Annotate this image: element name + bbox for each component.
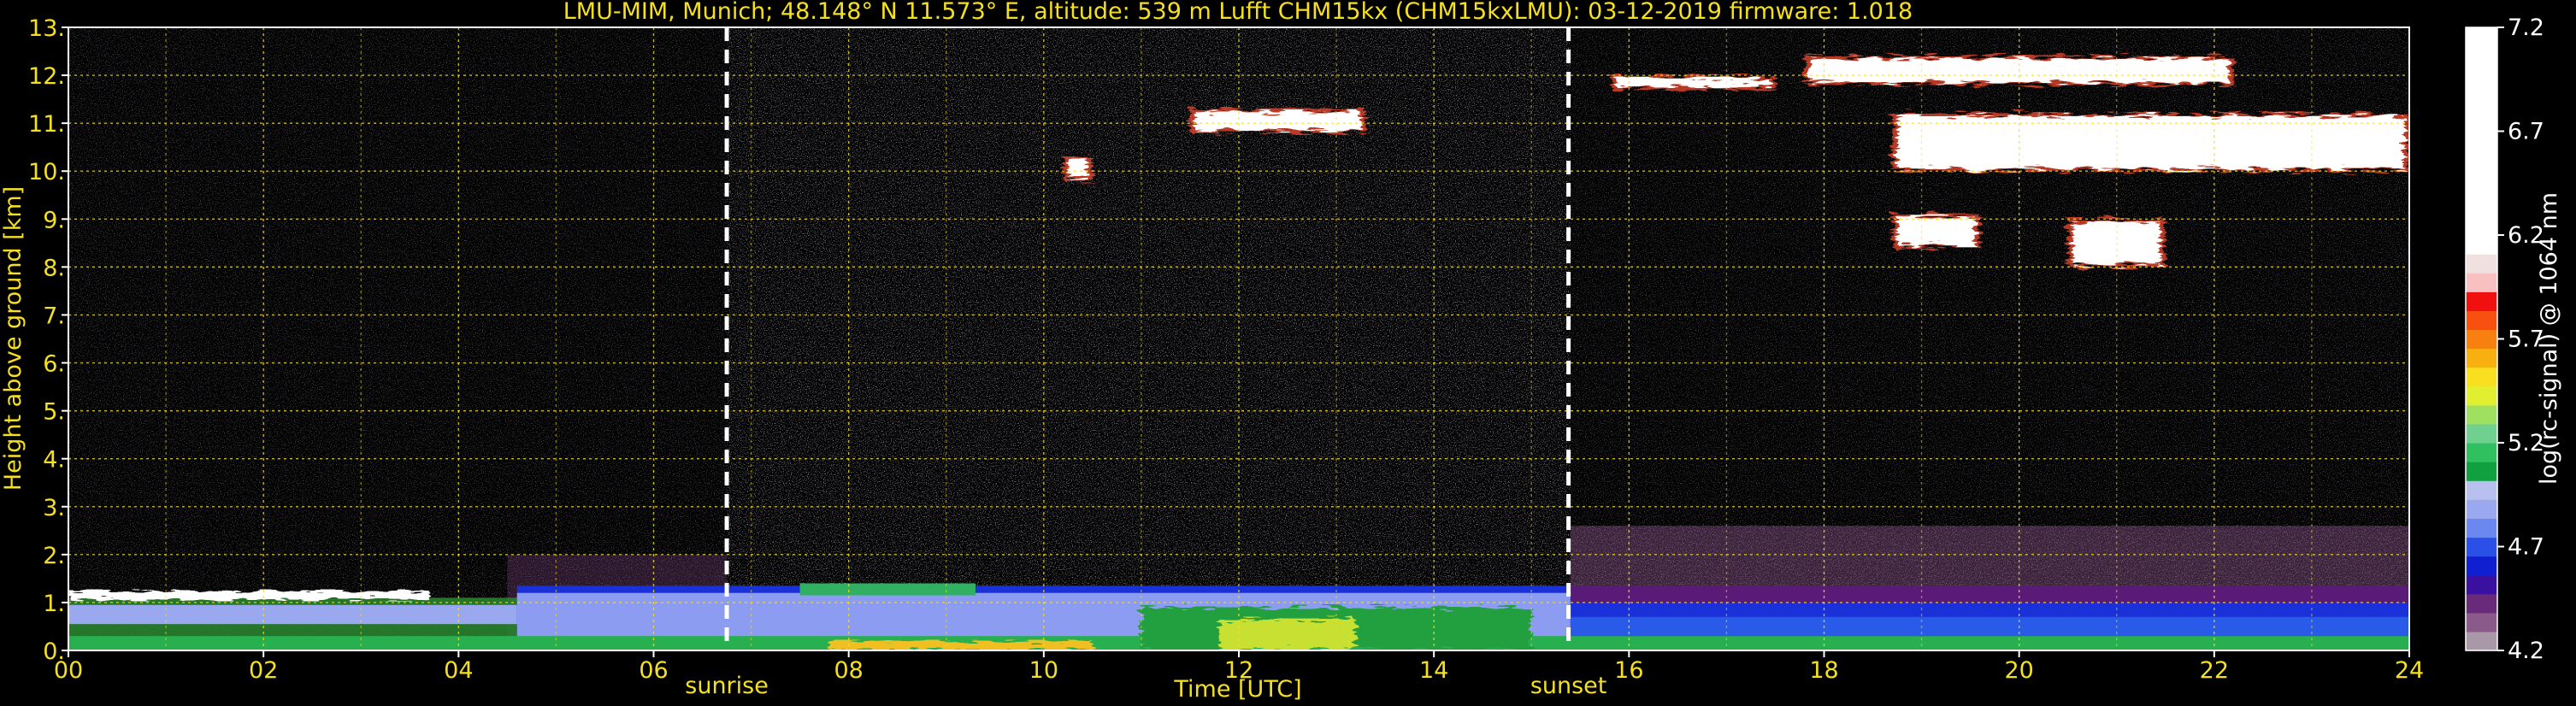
daytime-noise-layer <box>727 27 1571 650</box>
y-tick-label: 11. <box>28 111 65 138</box>
lidar-quicklook: sunrise sunset 00 02 04 06 08 10 12 14 16 18 20 22 24… <box>0 0 2562 703</box>
x-tick-label: 20 <box>2004 657 2033 684</box>
colorbar-segment <box>2466 612 2497 632</box>
x-tick-label: 02 <box>249 657 278 684</box>
colorbar-segment <box>2466 574 2497 595</box>
colorbar-segment <box>2466 254 2497 274</box>
boundary-layer-core <box>1570 616 2409 637</box>
colorbar-segment <box>2466 480 2497 500</box>
sunrise-label: sunrise <box>685 673 769 699</box>
colorbar-segment <box>2466 518 2497 538</box>
colorbar-segment <box>2466 348 2497 368</box>
x-tick-label: 06 <box>639 657 668 684</box>
boundary-layer-top <box>1570 585 2409 603</box>
colorbar-segment <box>2466 462 2497 481</box>
y-tick-label: 0. <box>43 638 65 665</box>
colorbar-segment <box>2466 329 2497 350</box>
colorbar-segment <box>2466 423 2497 444</box>
colorbar-segment <box>2466 499 2497 519</box>
x-tick-label: 04 <box>444 657 473 684</box>
y-tick-label: 7. <box>43 303 65 329</box>
x-tick-label: 08 <box>834 657 863 684</box>
y-tick-label: 8. <box>43 255 65 281</box>
night-cloud-top <box>68 590 430 601</box>
colorbar-segment <box>2466 443 2497 462</box>
y-tick-label: 12. <box>28 63 65 90</box>
x-axis-label: Time [UTC] <box>1173 676 1301 703</box>
colorbar-segment <box>2466 291 2497 311</box>
colorbar-segment <box>2466 235 2497 255</box>
colorbar-segment <box>2466 631 2497 651</box>
colorbar-segment <box>2466 310 2497 331</box>
y-tick-label: 6. <box>43 351 65 378</box>
cloud <box>1897 115 2404 169</box>
cloud <box>1614 78 1771 87</box>
colorbar-segment <box>2466 404 2497 425</box>
cloud <box>1194 111 1361 131</box>
colorbar-tick-label: 7.2 <box>2508 15 2544 41</box>
x-tick-label: 24 <box>2395 657 2424 684</box>
colorbar-segment <box>2466 367 2497 387</box>
colorbar-segment <box>2466 593 2497 614</box>
colorbar-segment <box>2466 385 2497 406</box>
chart-title: LMU-MIM, Munich; 48.148° N 11.573° E, al… <box>563 0 1913 25</box>
x-tick-label: 14 <box>1419 657 1448 684</box>
colorbar-segment <box>2466 556 2497 576</box>
colorbar-segment <box>2466 27 2497 235</box>
cloud <box>1068 159 1088 179</box>
x-tick-label: 16 <box>1614 657 1643 684</box>
cloud <box>1897 216 1976 245</box>
colorbar-label: log(rc-signal) @ 1064 nm <box>2536 192 2562 485</box>
y-tick-label: 9. <box>43 207 65 233</box>
x-tick-label: 18 <box>1809 657 1838 684</box>
morning-layer <box>799 583 976 596</box>
y-tick-label: 4. <box>43 447 65 474</box>
mixed-layer-core <box>1219 619 1356 650</box>
x-tick-label: 10 <box>1029 657 1058 684</box>
y-tick-label: 2. <box>43 543 65 569</box>
y-axis-label: Height above ground [km] <box>0 186 27 491</box>
colorbar-tick-label: 4.7 <box>2508 534 2544 561</box>
colorbar-segment <box>2466 273 2497 292</box>
y-tick-label: 3. <box>43 495 65 521</box>
y-tick-label: 10. <box>28 159 65 185</box>
colorbar-segment <box>2466 537 2497 557</box>
y-tick-label: 13. <box>28 15 65 42</box>
colorbar-tick-label: 6.7 <box>2508 119 2544 145</box>
y-tick-label: 1. <box>43 591 65 617</box>
colorbar-tick-label: 4.2 <box>2508 638 2544 664</box>
sunset-label: sunset <box>1530 673 1607 699</box>
x-tick-label: 22 <box>2200 657 2229 684</box>
y-tick-label: 5. <box>43 399 65 426</box>
surface-return <box>828 640 1093 650</box>
